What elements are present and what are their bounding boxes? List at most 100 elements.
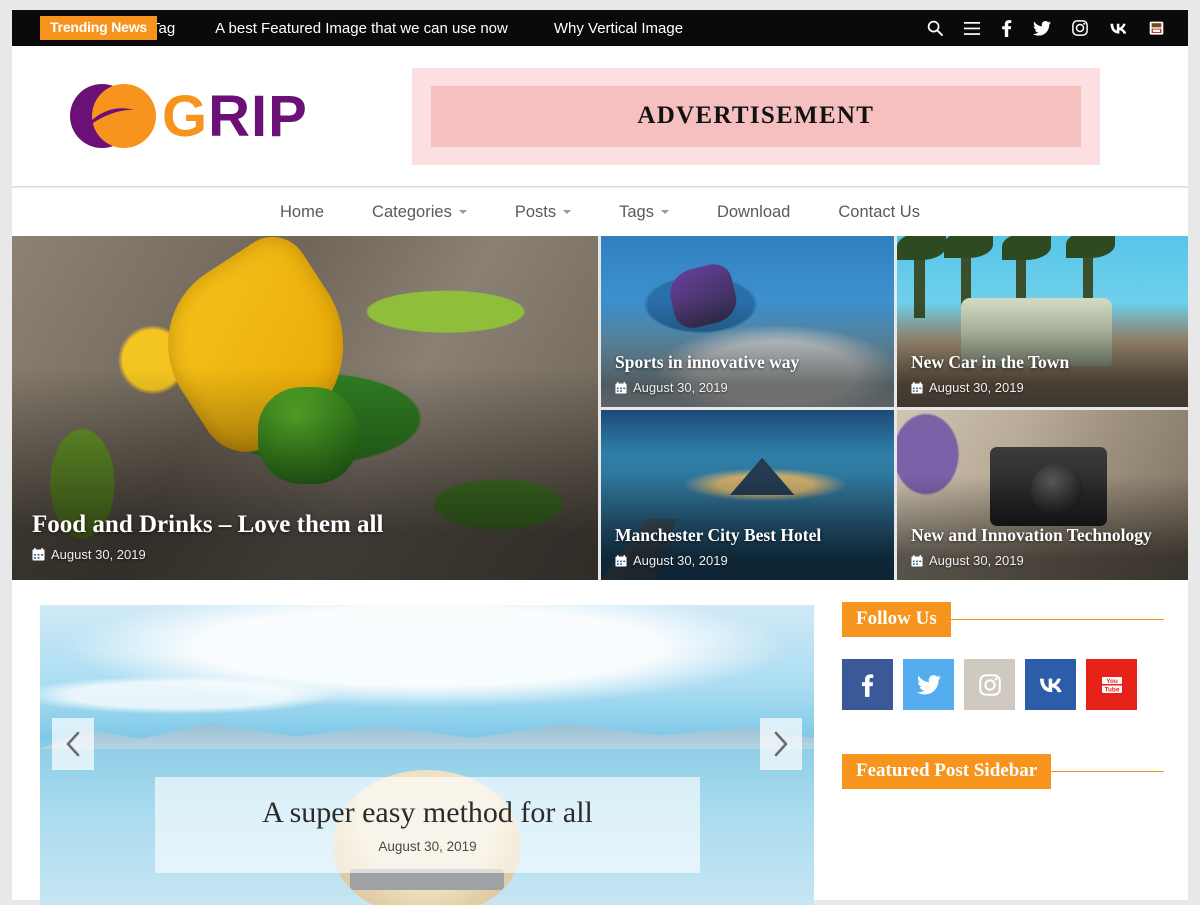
nav-label: Download <box>716 202 791 221</box>
nav-label: Tags <box>619 202 654 221</box>
palm-frond <box>897 236 947 260</box>
nav-label: Contact Us <box>838 202 920 221</box>
top-bar-social-icons <box>927 19 1164 37</box>
post-caption: Sports in innovative way August 30, 2019 <box>615 352 880 395</box>
widget-title-row: Featured Post Sidebar <box>842 754 1164 789</box>
nav-item-posts[interactable]: Posts <box>491 203 595 222</box>
social-button-youtube[interactable]: You Tube <box>1086 659 1137 710</box>
post-date: August 30, 2019 <box>633 380 728 395</box>
post-meta: August 30, 2019 <box>911 553 1174 568</box>
top-bar: Trending News Tag A best Featured Image … <box>12 10 1188 46</box>
title-divider <box>1051 770 1164 773</box>
site-logo[interactable]: GRIP <box>70 80 308 152</box>
nav-item-categories[interactable]: Categories <box>348 203 491 222</box>
chevron-down-icon <box>458 210 467 214</box>
featured-post-sports[interactable]: Sports in innovative way August 30, 2019 <box>601 236 894 407</box>
post-date: August 30, 2019 <box>929 553 1024 568</box>
post-title: Food and Drinks – Love them all <box>32 511 384 538</box>
post-title: Manchester City Best Hotel <box>615 525 822 545</box>
post-meta: August 30, 2019 <box>615 553 880 568</box>
facebook-icon[interactable] <box>1001 19 1012 37</box>
nav-item-home[interactable]: Home <box>256 203 348 222</box>
menu-icon[interactable] <box>964 21 980 35</box>
trending-news-badge[interactable]: Trending News <box>40 15 157 41</box>
featured-post-main[interactable]: Food and Drinks – Love them all August 3… <box>12 236 598 580</box>
logo-leaf-icon <box>86 108 134 128</box>
sidebar: Follow Us You Tube Featured Post Sidebar <box>842 602 1164 789</box>
trending-item-1[interactable]: A best Featured Image that we can use no… <box>215 20 508 37</box>
featured-post-hotel[interactable]: Manchester City Best Hotel August 30, 20… <box>601 410 894 580</box>
post-slider[interactable]: A super easy method for all August 30, 2… <box>40 605 814 905</box>
vk-icon[interactable] <box>1109 22 1128 34</box>
post-caption: New Car in the Town August 30, 2019 <box>911 352 1174 395</box>
social-button-instagram[interactable] <box>964 659 1015 710</box>
social-button-twitter[interactable] <box>903 659 954 710</box>
follow-us-widget: Follow Us You Tube <box>842 602 1164 710</box>
slide-date: August 30, 2019 <box>378 839 477 855</box>
post-caption: Manchester City Best Hotel August 30, 20… <box>615 525 880 568</box>
logo-letters-rip: RIP <box>208 83 308 149</box>
twitter-icon[interactable] <box>1033 20 1051 36</box>
palm-frond <box>1065 236 1116 259</box>
post-title: New and Innovation Technology <box>911 525 1152 545</box>
calendar-icon <box>911 381 923 394</box>
social-button-facebook[interactable] <box>842 659 893 710</box>
site-header: GRIP ADVERTISEMENT <box>12 46 1188 187</box>
featured-post-title: Featured Post Sidebar <box>842 754 1052 789</box>
instagram-icon <box>978 673 1001 696</box>
palm-frond <box>943 236 994 259</box>
chevron-down-icon <box>563 210 572 214</box>
slide-caption: A super easy method for all August 30, 2… <box>155 777 700 873</box>
nav-label: Home <box>280 202 325 221</box>
social-buttons: You Tube <box>842 659 1164 710</box>
post-caption: Food and Drinks – Love them all August 3… <box>32 510 584 562</box>
nav-label: Posts <box>514 202 557 221</box>
advertisement-label: ADVERTISEMENT <box>637 102 875 129</box>
advertisement-inner: ADVERTISEMENT <box>430 85 1081 147</box>
widget-title-row: Follow Us <box>842 602 1164 637</box>
post-date: August 30, 2019 <box>51 547 146 562</box>
featured-post-technology[interactable]: New and Innovation Technology August 30,… <box>897 410 1188 580</box>
post-date: August 30, 2019 <box>929 380 1024 395</box>
social-button-vk[interactable] <box>1025 659 1076 710</box>
slider-prev-button[interactable] <box>52 718 94 770</box>
content-area: A super easy method for all August 30, 2… <box>12 580 1188 905</box>
main-navigation: Home Categories Posts Tags Download Cont… <box>12 188 1188 236</box>
youtube-icon[interactable] <box>1149 20 1164 36</box>
follow-us-title: Follow Us <box>842 602 951 637</box>
featured-post-car[interactable]: New Car in the Town August 30, 2019 <box>897 236 1188 407</box>
title-divider <box>950 618 1164 621</box>
logo-mark-icon <box>70 80 166 152</box>
post-title: New Car in the Town <box>911 352 1070 372</box>
featured-posts-grid: Food and Drinks – Love them all August 3… <box>12 236 1188 580</box>
svg-text:You: You <box>1106 678 1118 685</box>
chevron-down-icon <box>660 210 669 214</box>
calendar-icon <box>615 381 627 394</box>
calendar-icon <box>911 554 923 567</box>
calendar-icon <box>32 548 45 561</box>
chevron-left-icon <box>66 731 80 757</box>
nav-label: Categories <box>372 202 452 221</box>
advertisement-banner[interactable]: ADVERTISEMENT <box>411 67 1100 165</box>
nav-item-download[interactable]: Download <box>693 203 814 222</box>
slider-next-button[interactable] <box>760 718 802 770</box>
youtube-icon: YouTube <box>1101 676 1122 693</box>
trending-item-2[interactable]: Why Vertical Image <box>554 20 683 37</box>
featured-post-widget: Featured Post Sidebar <box>842 754 1164 789</box>
search-icon[interactable] <box>927 20 943 36</box>
slide-title: A super easy method for all <box>262 795 593 829</box>
twitter-icon <box>916 674 941 694</box>
facebook-icon <box>861 673 874 697</box>
vk-icon <box>1039 678 1062 693</box>
page-root: Trending News Tag A best Featured Image … <box>0 0 1200 905</box>
post-meta: August 30, 2019 <box>32 547 584 562</box>
post-meta: August 30, 2019 <box>615 380 880 395</box>
post-title: Sports in innovative way <box>615 352 800 372</box>
trending-items: A best Featured Image that we can use no… <box>215 20 683 37</box>
nav-item-tags[interactable]: Tags <box>595 203 693 222</box>
svg-text:Tube: Tube <box>1104 686 1119 693</box>
nav-item-contact-us[interactable]: Contact Us <box>814 203 944 222</box>
instagram-icon[interactable] <box>1072 20 1088 36</box>
palm-frond <box>1001 236 1052 260</box>
post-date: August 30, 2019 <box>633 553 728 568</box>
